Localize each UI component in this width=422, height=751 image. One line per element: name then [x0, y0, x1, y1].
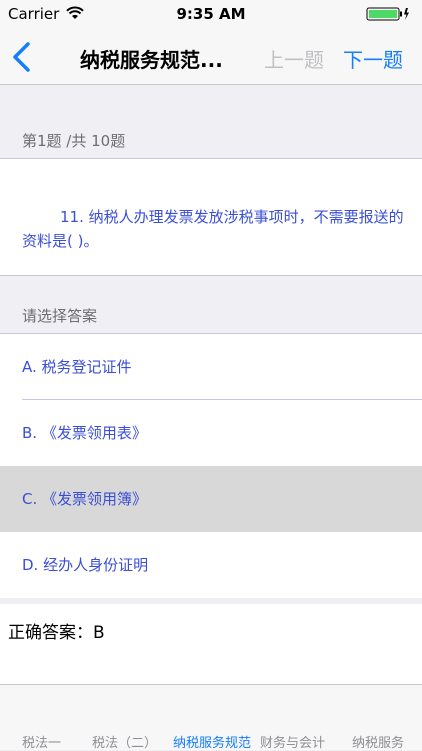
option-d[interactable]: D. 经办人身份证明	[0, 532, 422, 598]
correct-answer-panel: 正确答案：B	[0, 604, 422, 684]
tab-finance-accounting[interactable]: 财务与会计	[260, 732, 325, 751]
status-bar: Carrier 9:35 AM	[0, 0, 422, 28]
battery-icon	[366, 7, 409, 21]
status-time: 9:35 AM	[176, 5, 246, 23]
question-counter: 第1题 /共 10题	[22, 132, 126, 150]
tab-tax-law-2[interactable]: 税法（二）	[92, 732, 157, 751]
next-question-button[interactable]: 下一题	[343, 44, 403, 73]
back-chevron-icon[interactable]	[8, 40, 36, 74]
tab-tax-service-norms[interactable]: 纳税服务规范	[173, 732, 251, 751]
option-label: D. 经办人身份证明	[22, 556, 149, 574]
question-card: 11. 纳税人办理发票发放涉税事项时，不需要报送的资料是( )。	[0, 158, 422, 276]
tab-bar: 税法一 税法（二） 纳税服务规范 财务与会计 纳税服务	[0, 684, 422, 751]
navigation-bar: 纳税服务规范... 上一题 下一题	[0, 28, 422, 85]
option-a[interactable]: A. 税务登记证件	[0, 334, 422, 400]
tab-tax-service[interactable]: 纳税服务	[352, 732, 404, 751]
previous-question-button[interactable]: 上一题	[264, 44, 324, 73]
correct-answer-text: 正确答案：B	[8, 623, 105, 643]
question-text: 11. 纳税人办理发票发放涉税事项时，不需要报送的资料是( )。	[22, 208, 404, 250]
tab-tax-law-1[interactable]: 税法一	[22, 732, 61, 751]
option-label: B. 《发票领用表》	[22, 424, 147, 442]
answer-options: A. 税务登记证件 B. 《发票领用表》 C. 《发票领用簿》 D. 经办人身份…	[0, 333, 422, 598]
page-title: 纳税服务规范...	[80, 48, 223, 72]
option-label: A. 税务登记证件	[22, 358, 132, 376]
option-c[interactable]: C. 《发票领用簿》	[0, 466, 422, 532]
answer-prompt: 请选择答案	[22, 307, 98, 325]
option-b[interactable]: B. 《发票领用表》	[0, 400, 422, 466]
option-label: C. 《发票领用簿》	[22, 490, 148, 508]
